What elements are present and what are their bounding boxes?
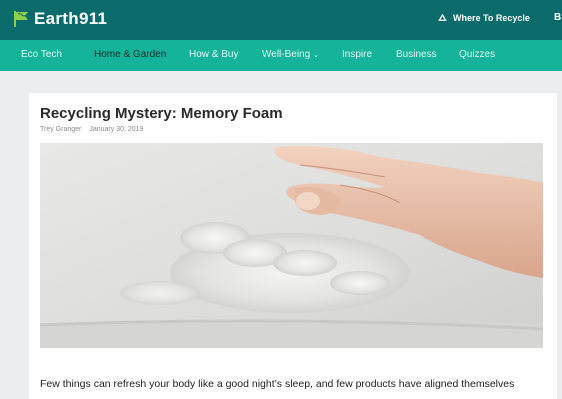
nav-item-inspire[interactable]: Inspire bbox=[342, 49, 372, 60]
recycle-icon bbox=[438, 13, 447, 21]
nav-item-well-being-label: Well-Being bbox=[262, 49, 311, 60]
green-flag-icon bbox=[14, 11, 28, 27]
article-body-first-line: Few things can refresh your body like a … bbox=[40, 378, 515, 390]
nav-item-well-being[interactable]: Well-Being ⌄ bbox=[262, 49, 319, 60]
publish-date: January 30, 2019 bbox=[89, 126, 144, 133]
nav-item-home-garden[interactable]: Home & Garden bbox=[94, 49, 166, 60]
logo-text: Earth911 bbox=[34, 9, 108, 28]
memory-foam-photo bbox=[40, 143, 543, 348]
author-link[interactable]: Trey Granger bbox=[40, 126, 81, 133]
chevron-down-icon: ⌄ bbox=[313, 52, 320, 59]
nav-item-business[interactable]: Business bbox=[396, 49, 437, 60]
clipped-header-link[interactable]: B bbox=[554, 12, 562, 26]
nav-item-quizzes[interactable]: Quizzes bbox=[459, 49, 495, 60]
main-nav: Eco Tech Home & Garden How & Buy Well-Be… bbox=[0, 40, 562, 71]
where-to-recycle-label: Where To Recycle bbox=[453, 13, 530, 23]
nav-item-how-buy[interactable]: How & Buy bbox=[189, 49, 238, 60]
site-logo[interactable]: Earth911 bbox=[12, 8, 108, 30]
nav-item-eco-tech[interactable]: Eco Tech bbox=[21, 49, 62, 60]
hero-image bbox=[40, 143, 543, 348]
article-meta: Trey Granger January 30, 2019 bbox=[40, 126, 143, 133]
top-bar: Earth911 Where To Recycle B bbox=[0, 0, 562, 40]
article-title[interactable]: Recycling Mystery: Memory Foam bbox=[40, 105, 283, 122]
where-to-recycle-link[interactable]: Where To Recycle bbox=[438, 13, 530, 23]
